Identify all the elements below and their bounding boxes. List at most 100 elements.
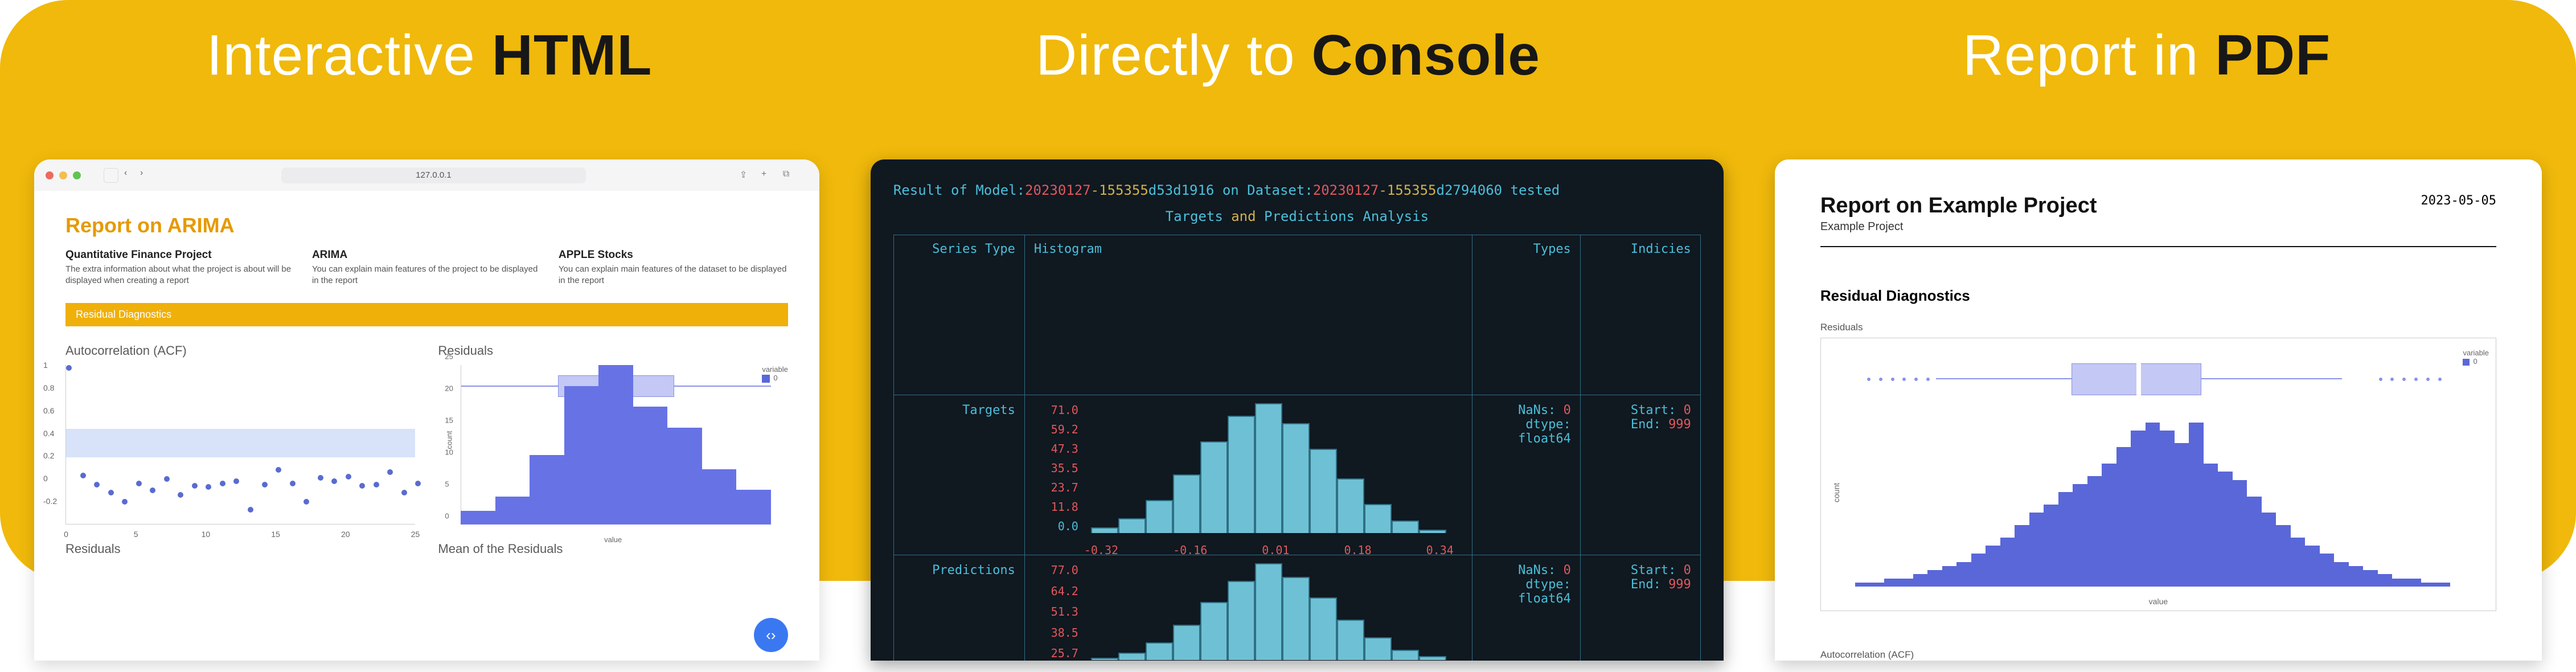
panel-console: Result of Model:20230127-155355d53d1916 … bbox=[871, 159, 1724, 661]
chart-resid-title: Residuals bbox=[438, 343, 787, 358]
summary-columns: Quantitative Finance Project The extra i… bbox=[65, 249, 788, 286]
acf-confidence-band bbox=[66, 429, 415, 457]
dataset-id-a: 20230127 bbox=[1313, 182, 1379, 198]
url-bar[interactable]: 127.0.0.1 bbox=[281, 167, 586, 183]
console-title-and: and bbox=[1231, 208, 1256, 224]
heading-html-b: HTML bbox=[492, 23, 653, 87]
url-text: 127.0.0.1 bbox=[416, 170, 452, 180]
chart-acf-title: Autocorrelation (ACF) bbox=[65, 343, 415, 358]
pred-hist-bars bbox=[1084, 563, 1454, 660]
targets-hist-bars bbox=[1084, 403, 1454, 533]
dataset-prefix: Dataset: bbox=[1247, 182, 1313, 198]
pdf-hist[interactable]: variable 0 count value bbox=[1820, 338, 2496, 611]
p-dtype-v: float64 bbox=[1518, 592, 1571, 606]
heading-html: Interactive HTML bbox=[0, 23, 859, 108]
console-table: Series Type Histogram Types Indicies Tar… bbox=[893, 235, 1701, 661]
p-start-k: Start: bbox=[1631, 563, 1684, 577]
model-id-c: d53d1916 bbox=[1148, 182, 1215, 198]
heading-console-b: Console bbox=[1311, 23, 1540, 87]
share-icon[interactable]: ⇪ bbox=[740, 169, 752, 182]
col-project-h: Quantitative Finance Project bbox=[65, 249, 295, 261]
result-prefix: Result of Model: bbox=[893, 182, 1025, 198]
p-dtype-k: dtype: bbox=[1525, 577, 1570, 592]
pdf-ylab: count bbox=[1832, 483, 1841, 502]
model-id-a: 20230127 bbox=[1025, 182, 1091, 198]
col-model: ARIMA You can explain main features of t… bbox=[312, 249, 542, 286]
dataset-id-c: d2794060 bbox=[1437, 182, 1503, 198]
p-end-v: 999 bbox=[1668, 577, 1691, 592]
sub-left-title: Residuals bbox=[65, 542, 415, 556]
pdf-legend: variable 0 bbox=[2463, 349, 2489, 366]
new-tab-icon[interactable]: + bbox=[761, 169, 774, 182]
pdf-legend-swatch bbox=[2463, 359, 2470, 366]
p-start-v: 0 bbox=[1684, 563, 1691, 577]
heading-console: Directly to Console bbox=[859, 23, 1717, 108]
p-nans-v: 0 bbox=[1564, 563, 1571, 577]
col-project-p: The extra information about what the pro… bbox=[65, 264, 295, 286]
cell-pred-types: NaNs: 0 dtype: float64 bbox=[1472, 555, 1581, 661]
tested-word: tested bbox=[1502, 182, 1560, 198]
pdf-legend-label: variable bbox=[2463, 349, 2489, 357]
panel-html: ‹ › 127.0.0.1 ⇪ + ⧉ Report on ARIMA Quan… bbox=[34, 159, 819, 661]
charts-row: Autocorrelation (ACF) 10.80.60.40.20-0.2… bbox=[65, 343, 788, 525]
heading-pdf-a: Report in bbox=[1963, 23, 2216, 87]
pdf-section: Residual Diagnostics bbox=[1820, 287, 2496, 305]
console-title-a: Targets bbox=[1166, 208, 1232, 224]
heading-pdf-b: PDF bbox=[2215, 23, 2331, 87]
chart-resid-card: Residuals variable 0 count bbox=[438, 343, 787, 525]
tabs-icon[interactable]: ⧉ bbox=[783, 169, 795, 182]
cell-pred-ind: Start: 0 End: 999 bbox=[1581, 555, 1700, 661]
cell-pred-label: Predictions bbox=[894, 555, 1025, 661]
window-min-dot[interactable] bbox=[59, 171, 67, 179]
console-title-b: Predictions Analysis bbox=[1256, 208, 1429, 224]
row-targets: Targets 71.059.247.335.523.711.80.0 -0.3… bbox=[894, 395, 1700, 555]
console-thead: Series Type Histogram Types Indicies bbox=[894, 235, 1700, 395]
sidebar-toggle-icon[interactable] bbox=[104, 168, 118, 183]
pdf-next-section: Autocorrelation (ACF) bbox=[1820, 649, 1914, 661]
th-indices: Indicies bbox=[1581, 235, 1700, 395]
chart-acf-frame[interactable]: 10.80.60.40.20-0.20510152025 bbox=[65, 365, 415, 525]
panel-pdf: Report on Example Project Example Projec… bbox=[1775, 159, 2542, 661]
p-end-k: End: bbox=[1631, 577, 1668, 592]
col-dataset: APPLE Stocks You can explain main featur… bbox=[559, 249, 788, 286]
pdf-bars bbox=[1855, 423, 2450, 587]
t-end-k: End: bbox=[1631, 417, 1668, 432]
cell-pred-hist: 77.064.251.338.525.7 bbox=[1025, 555, 1472, 661]
html-report-body: Report on ARIMA Quantitative Finance Pro… bbox=[34, 191, 819, 563]
chart-acf-card: Autocorrelation (ACF) 10.80.60.40.20-0.2… bbox=[65, 343, 415, 525]
code-fab-button[interactable]: ‹› bbox=[754, 618, 788, 652]
t-start-k: Start: bbox=[1631, 403, 1684, 417]
th-series: Series Type bbox=[894, 235, 1025, 395]
resid-bars bbox=[461, 365, 770, 525]
col-project: Quantitative Finance Project The extra i… bbox=[65, 249, 295, 286]
console-title: Targets and Predictions Analysis bbox=[893, 208, 1701, 224]
p-nans-k: NaNs: bbox=[1518, 563, 1563, 577]
resid-ylab: count bbox=[445, 431, 454, 449]
t-dtype-k: dtype: bbox=[1525, 417, 1570, 432]
targets-hist-plot: 71.059.247.335.523.711.80.0 -0.32-0.160.… bbox=[1034, 403, 1463, 557]
pdf-chart-title: Residuals bbox=[1820, 322, 2496, 333]
th-hist: Histogram bbox=[1025, 235, 1472, 395]
col-model-p: You can explain main features of the pro… bbox=[312, 264, 542, 286]
pdf-subtitle: Example Project bbox=[1820, 220, 2097, 233]
model-id-b: -155355 bbox=[1091, 182, 1148, 198]
section-bar: Residual Diagnostics bbox=[65, 303, 788, 326]
pdf-legend-series: 0 bbox=[2473, 357, 2477, 366]
nav-fwd-icon[interactable]: › bbox=[140, 168, 150, 183]
window-close-dot[interactable] bbox=[46, 171, 54, 179]
chart-resid-plot: count value 0510152025 bbox=[438, 365, 787, 525]
pred-hist-y: 77.064.251.338.525.7 bbox=[1034, 563, 1078, 660]
window-max-dot[interactable] bbox=[73, 171, 81, 179]
report-title: Report on ARIMA bbox=[65, 214, 788, 237]
pdf-head: Report on Example Project Example Projec… bbox=[1820, 194, 2496, 233]
cell-targets-hist: 71.059.247.335.523.711.80.0 -0.32-0.160.… bbox=[1025, 395, 1472, 555]
heading-console-a: Directly to bbox=[1036, 23, 1311, 87]
dataset-id-b: -155355 bbox=[1379, 182, 1436, 198]
nav-back-icon[interactable]: ‹ bbox=[124, 168, 134, 183]
col-model-h: ARIMA bbox=[312, 249, 542, 261]
t-dtype-v: float64 bbox=[1518, 432, 1571, 446]
th-types: Types bbox=[1472, 235, 1581, 395]
pdf-title: Report on Example Project bbox=[1820, 194, 2097, 218]
t-nans-k: NaNs: bbox=[1518, 403, 1563, 417]
chart-resid-frame[interactable]: variable 0 count value 0510152025 bbox=[438, 365, 787, 525]
